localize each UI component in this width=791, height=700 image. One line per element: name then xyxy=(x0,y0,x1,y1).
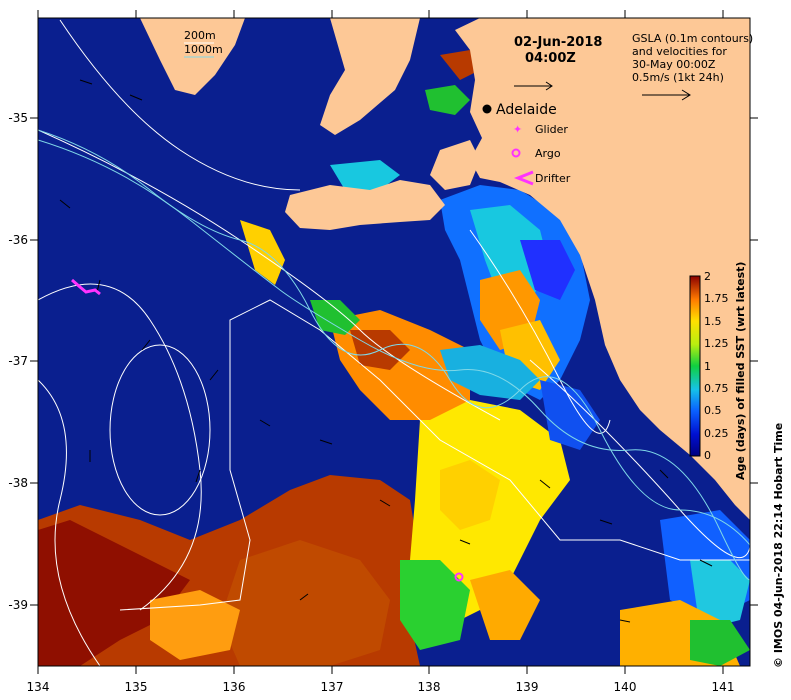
map-figure: 134 135 136 137 138 139 140 141 -35 -36 … xyxy=(8,10,785,694)
y-tick-label: -37 xyxy=(8,354,28,368)
gsla-note-line: and velocities for xyxy=(632,45,727,58)
colorbar-tick: 1.5 xyxy=(704,315,722,328)
x-tick-label: 135 xyxy=(125,680,148,694)
colorbar-tick: 0.5 xyxy=(704,404,722,417)
colorbar-gradient xyxy=(689,275,701,457)
x-tick-label: 139 xyxy=(516,680,539,694)
colorbar-label: Age (days) of filled SST (wrt latest) xyxy=(734,262,747,480)
x-tick-label: 136 xyxy=(223,680,246,694)
legend-glider: Glider xyxy=(535,123,568,136)
y-tick-label: -39 xyxy=(8,598,28,612)
colorbar-tick: 0 xyxy=(704,449,711,462)
gsla-note-line: GSLA (0.1m contours) xyxy=(632,32,753,45)
colorbar-tick: 0.75 xyxy=(704,382,729,395)
x-tick-label: 137 xyxy=(321,680,344,694)
colorbar-tick: 0.25 xyxy=(704,427,729,440)
colorbar-tick: 1 xyxy=(704,360,711,373)
x-tick-label: 134 xyxy=(27,680,50,694)
y-tick-label: -35 xyxy=(8,111,28,125)
map-plot-area xyxy=(38,18,750,666)
legend-adelaide: Adelaide xyxy=(496,102,557,118)
colorbar-tick: 2 xyxy=(704,270,711,283)
imos-credit: © IMOS 04-Jun-2018 22:14 Hobart Time xyxy=(772,423,785,668)
adelaide-marker-icon xyxy=(482,104,492,114)
gsla-note-line: 30-May 00:00Z xyxy=(632,58,716,71)
y-tick-label: -36 xyxy=(8,233,28,247)
contour-legend-1000m: 1000m xyxy=(184,43,223,56)
legend-drifter: Drifter xyxy=(535,172,571,185)
map-time: 04:00Z xyxy=(525,51,576,66)
map-date: 02-Jun-2018 xyxy=(514,35,602,50)
x-tick-label: 141 xyxy=(712,680,735,694)
y-tick-label: -38 xyxy=(8,476,28,490)
x-tick-label: 140 xyxy=(614,680,637,694)
contour-legend-200m: 200m xyxy=(184,29,216,42)
colorbar-tick: 1.25 xyxy=(704,337,729,350)
legend-argo: Argo xyxy=(535,147,561,160)
gsla-note-line: 0.5m/s (1kt 24h) xyxy=(632,71,724,84)
x-tick-label: 138 xyxy=(418,680,441,694)
colorbar-tick: 1.75 xyxy=(704,292,729,305)
glider-marker-icon: ✦ xyxy=(513,123,522,136)
